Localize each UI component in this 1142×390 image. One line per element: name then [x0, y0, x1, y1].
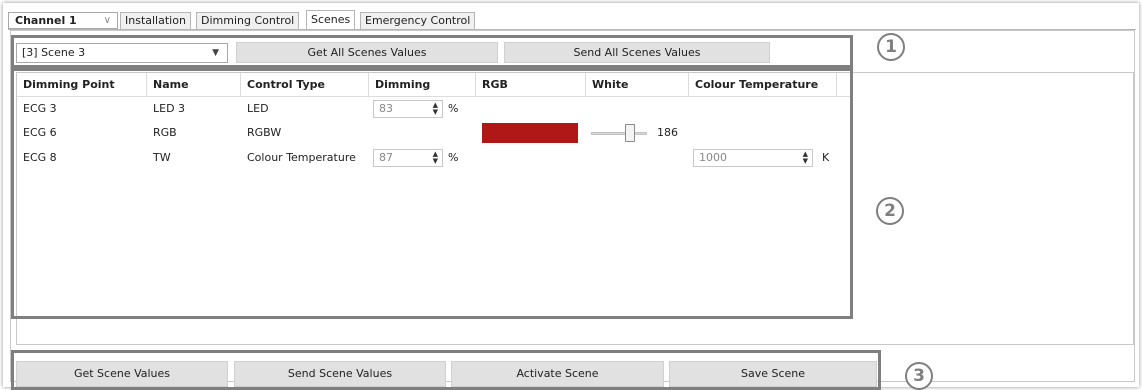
callout-box-actions: [11, 350, 881, 390]
callout-box-grid: [11, 68, 853, 319]
chevron-down-icon: ∨: [103, 15, 111, 26]
tab-installation[interactable]: Installation: [120, 12, 191, 29]
callout-number: 1: [877, 33, 905, 61]
callout-box-toolbar: [11, 35, 853, 68]
tab-dimming-control[interactable]: Dimming Control: [196, 12, 300, 29]
channel-select[interactable]: Channel 1 ∨: [8, 12, 118, 29]
channel-label: Channel 1: [15, 14, 77, 27]
callout-number: 3: [905, 362, 933, 390]
callout-number: 2: [876, 197, 904, 225]
tab-scenes[interactable]: Scenes: [306, 10, 356, 29]
tab-emergency-control[interactable]: Emergency Control: [360, 12, 476, 29]
